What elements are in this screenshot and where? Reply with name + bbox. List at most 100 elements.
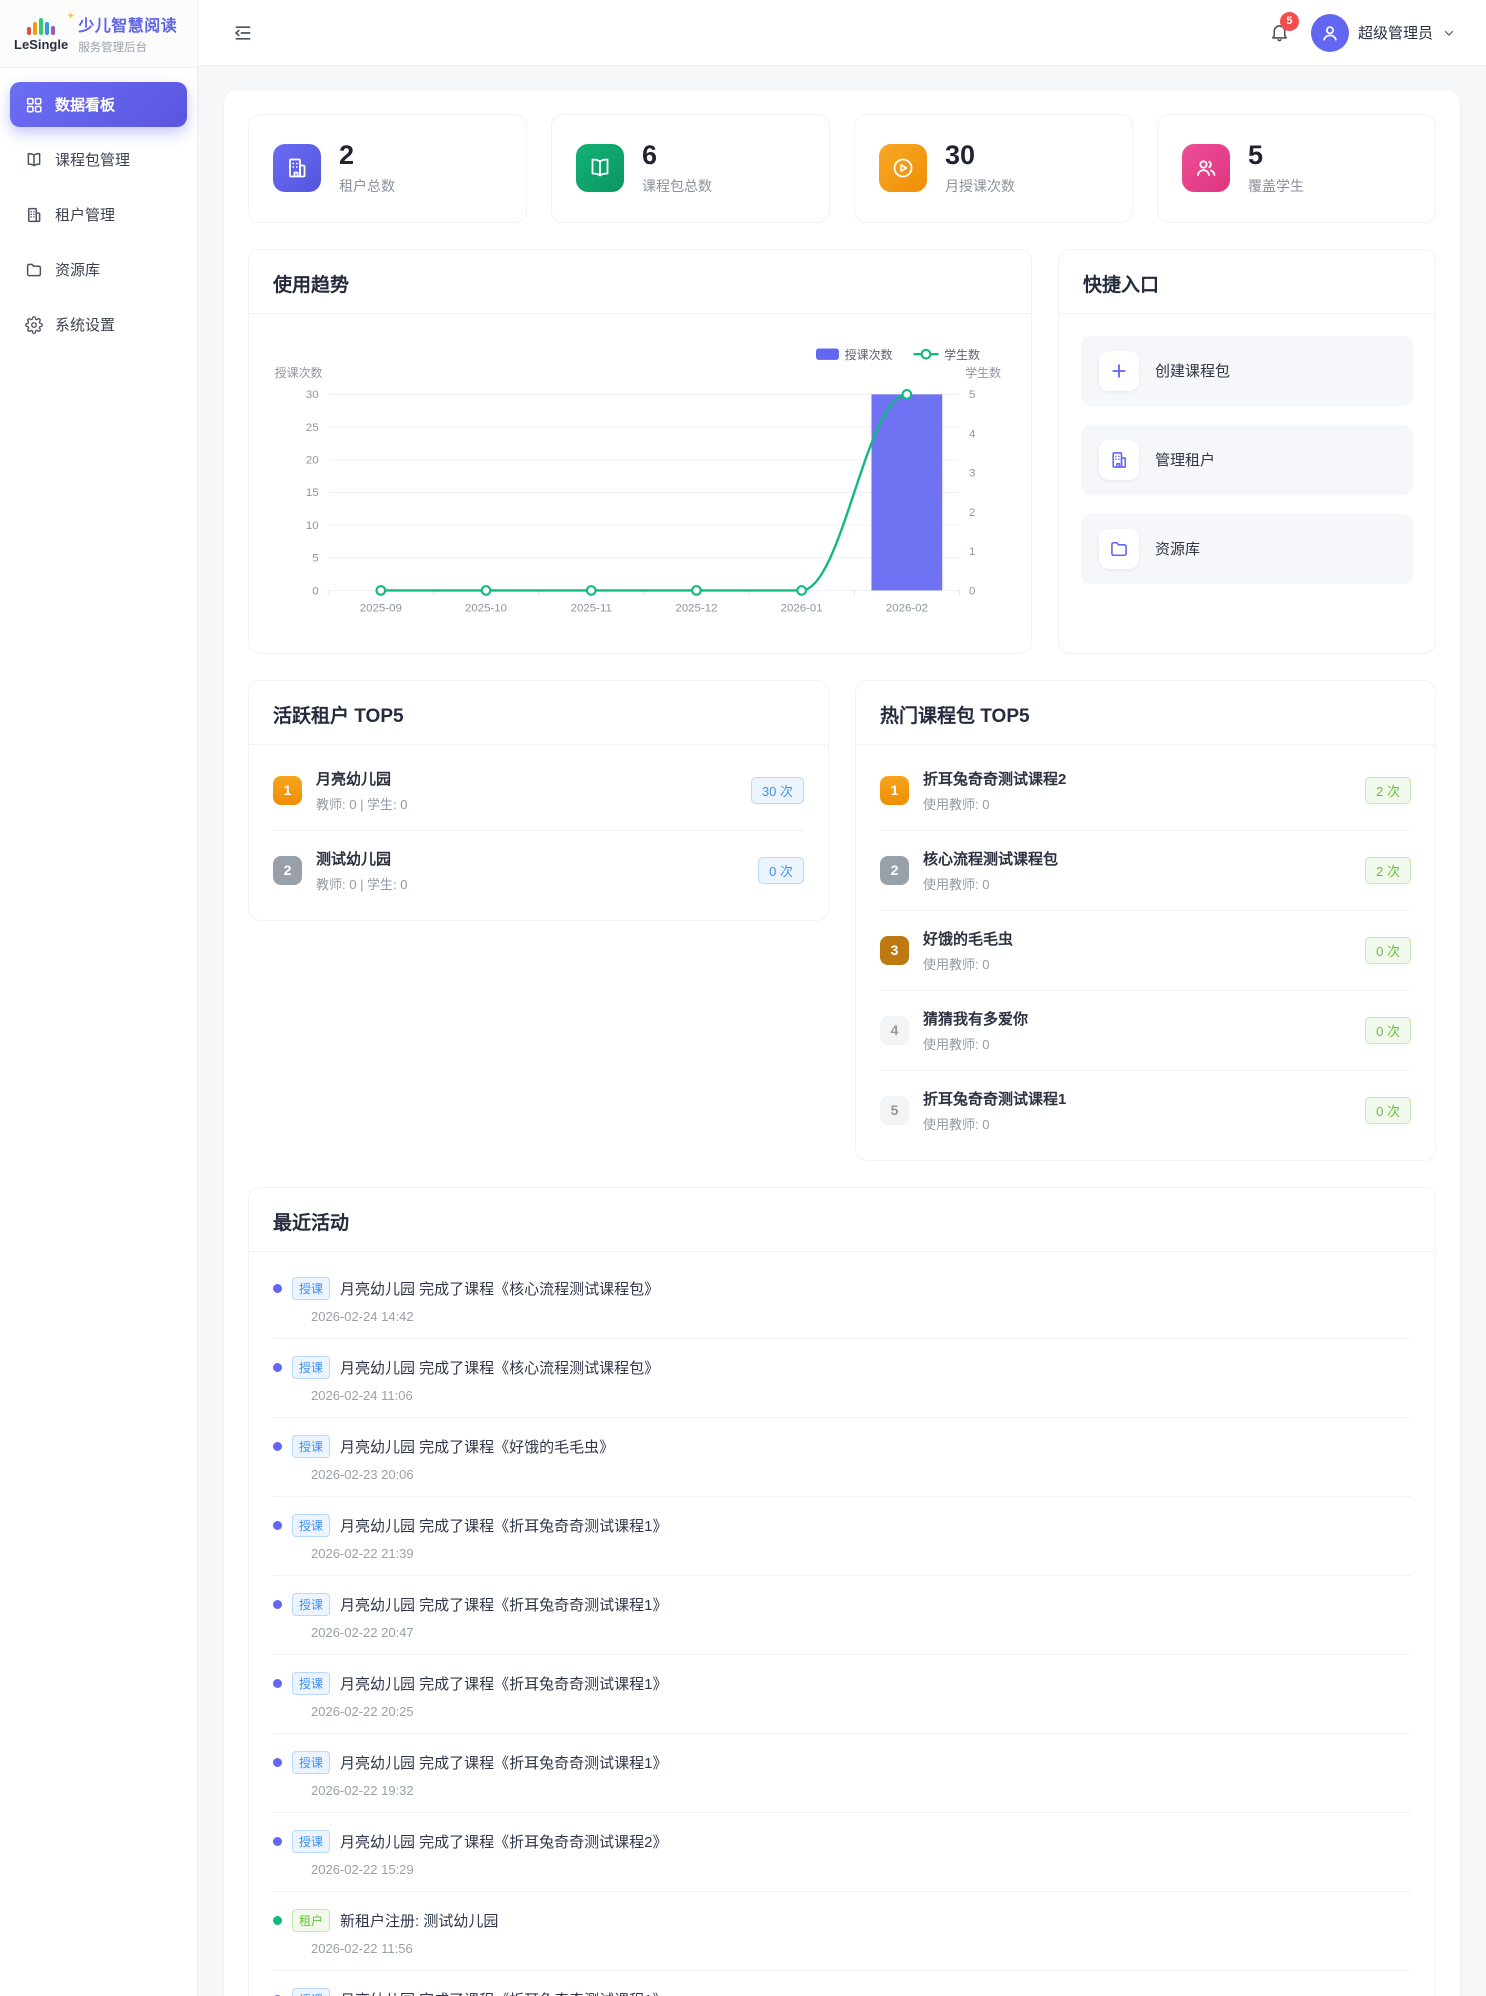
sidebar-item-label: 课程包管理 bbox=[55, 149, 130, 170]
stat-label: 月授课次数 bbox=[945, 176, 1015, 196]
package-meta: 使用教师: 0 bbox=[923, 954, 1351, 973]
building-icon bbox=[273, 144, 321, 192]
sidebar-item-dashboard[interactable]: 数据看板 bbox=[10, 82, 187, 127]
lesingle-logo-icon: LeSingle bbox=[14, 15, 68, 52]
activity-item[interactable]: 授课 月亮幼儿园 完成了课程《核心流程测试课程包》 2026-02-24 14:… bbox=[273, 1260, 1411, 1338]
stat-label: 课程包总数 bbox=[642, 176, 712, 196]
activity-dot bbox=[273, 1758, 282, 1767]
activity-dot bbox=[273, 1284, 282, 1293]
stat-value: 5 bbox=[1248, 141, 1304, 171]
usage-count-badge: 2 次 bbox=[1365, 857, 1411, 884]
svg-text:0: 0 bbox=[969, 585, 975, 597]
svg-text:20: 20 bbox=[306, 454, 319, 466]
package-meta: 使用教师: 0 bbox=[923, 794, 1351, 813]
sidebar-item-settings[interactable]: 系统设置 bbox=[10, 302, 187, 347]
activity-message: 月亮幼儿园 完成了课程《折耳兔奇奇测试课程2》 bbox=[340, 1831, 668, 1852]
activity-dot bbox=[273, 1363, 282, 1372]
activity-item[interactable]: 租户 新租户注册: 测试幼儿园 2026-02-22 11:56 bbox=[273, 1891, 1411, 1970]
activity-message: 月亮幼儿园 完成了课程《折耳兔奇奇测试课程1》 bbox=[340, 1594, 668, 1615]
tenant-name: 月亮幼儿园 bbox=[316, 768, 737, 789]
activity-item[interactable]: 授课 月亮幼儿园 完成了课程《折耳兔奇奇测试课程1》 2026-02-22 21… bbox=[273, 1496, 1411, 1575]
tenant-row[interactable]: 2 测试幼儿园 教师: 0 | 学生: 0 0 次 bbox=[273, 830, 804, 910]
activity-item[interactable]: 授课 月亮幼儿园 完成了课程《好饿的毛毛虫》 2026-02-23 20:06 bbox=[273, 1417, 1411, 1496]
activity-dot bbox=[273, 1600, 282, 1609]
usage-count-badge: 0 次 bbox=[758, 857, 804, 884]
rank-badge: 3 bbox=[880, 936, 909, 965]
quick-entry-create-package[interactable]: 创建课程包 bbox=[1081, 336, 1413, 406]
tenant-name: 测试幼儿园 bbox=[316, 848, 744, 869]
activity-dot bbox=[273, 1916, 282, 1925]
rank-badge: 1 bbox=[880, 776, 909, 805]
quick-entry-manage-tenants[interactable]: 管理租户 bbox=[1081, 425, 1413, 495]
trend-row: 使用趋势 051015202530012345授课次数学生数2025-09202… bbox=[248, 249, 1436, 654]
avatar bbox=[1311, 14, 1349, 52]
tenant-row[interactable]: 1 月亮幼儿园 教师: 0 | 学生: 0 30 次 bbox=[273, 751, 804, 830]
top5-row: 活跃租户 TOP5 1 月亮幼儿园 教师: 0 | 学生: 0 30 次 bbox=[248, 680, 1436, 1161]
package-row[interactable]: 1 折耳兔奇奇测试课程2 使用教师: 0 2 次 bbox=[880, 751, 1411, 830]
package-row[interactable]: 5 折耳兔奇奇测试课程1 使用教师: 0 0 次 bbox=[880, 1070, 1411, 1150]
card-title: 热门课程包 TOP5 bbox=[856, 681, 1435, 745]
usage-trend-card: 使用趋势 051015202530012345授课次数学生数2025-09202… bbox=[248, 249, 1032, 654]
activity-type-tag: 授课 bbox=[292, 1593, 330, 1616]
activity-item[interactable]: 授课 月亮幼儿园 完成了课程《折耳兔奇奇测试课程1》 2026-02-22 20… bbox=[273, 1575, 1411, 1654]
collapse-sidebar-icon[interactable] bbox=[228, 18, 258, 48]
package-row[interactable]: 3 好饿的毛毛虫 使用教师: 0 0 次 bbox=[880, 910, 1411, 990]
sidebar-menu: 数据看板 课程包管理 租户管理 资源库 bbox=[0, 68, 197, 361]
recent-activity-card: 最近活动 授课 月亮幼儿园 完成了课程《核心流程测试课程包》 2026-02-2… bbox=[248, 1187, 1436, 1996]
package-name: 折耳兔奇奇测试课程1 bbox=[923, 1088, 1351, 1109]
usage-trend-chart: 051015202530012345授课次数学生数2025-092025-102… bbox=[267, 324, 1013, 634]
package-row[interactable]: 2 核心流程测试课程包 使用教师: 0 2 次 bbox=[880, 830, 1411, 910]
stat-value: 6 bbox=[642, 141, 712, 171]
package-name: 好饿的毛毛虫 bbox=[923, 928, 1351, 949]
sidebar-item-course-packages[interactable]: 课程包管理 bbox=[10, 137, 187, 182]
activity-timestamp: 2026-02-24 11:06 bbox=[311, 1388, 1411, 1403]
stat-card-course-packages: 6 课程包总数 bbox=[551, 114, 830, 223]
user-menu[interactable]: 超级管理员 bbox=[1311, 14, 1456, 52]
activity-message: 月亮幼儿园 完成了课程《核心流程测试课程包》 bbox=[340, 1278, 659, 1299]
activity-item[interactable]: 授课 月亮幼儿园 完成了课程《折耳兔奇奇测试课程1》 2026-02-22 19… bbox=[273, 1733, 1411, 1812]
activity-dot bbox=[273, 1521, 282, 1530]
brand-logo-area: LeSingle 少儿智慧阅读 服务管理后台 bbox=[0, 0, 197, 68]
activity-timestamp: 2026-02-22 11:56 bbox=[311, 1941, 1411, 1956]
stat-card-monthly-lessons: 30 月授课次数 bbox=[854, 114, 1133, 223]
activity-message: 月亮幼儿园 完成了课程《折耳兔奇奇测试课程1》 bbox=[340, 1673, 668, 1694]
activity-dot bbox=[273, 1837, 282, 1846]
quick-entry-card: 快捷入口 创建课程包 bbox=[1058, 249, 1436, 654]
package-name: 猜猜我有多爱你 bbox=[923, 1008, 1351, 1029]
logo-wordmark: LeSingle bbox=[14, 37, 68, 52]
usage-count-badge: 0 次 bbox=[1365, 937, 1411, 964]
chevron-down-icon bbox=[1442, 26, 1456, 40]
activity-item[interactable]: 授课 月亮幼儿园 完成了课程《折耳兔奇奇测试课程1》 2026-02-21 20… bbox=[273, 1970, 1411, 1996]
folder-icon bbox=[24, 260, 44, 280]
rank-badge: 1 bbox=[273, 776, 302, 805]
package-row[interactable]: 4 猜猜我有多爱你 使用教师: 0 0 次 bbox=[880, 990, 1411, 1070]
activity-type-tag: 租户 bbox=[292, 1909, 330, 1932]
card-title: 快捷入口 bbox=[1059, 250, 1435, 314]
activity-item[interactable]: 授课 月亮幼儿园 完成了课程《折耳兔奇奇测试课程2》 2026-02-22 15… bbox=[273, 1812, 1411, 1891]
stat-value: 2 bbox=[339, 141, 395, 171]
notification-bell-icon[interactable]: 5 bbox=[1265, 18, 1295, 48]
plus-icon bbox=[1099, 351, 1139, 391]
activity-message: 月亮幼儿园 完成了课程《好饿的毛毛虫》 bbox=[340, 1436, 614, 1457]
sidebar-item-resources[interactable]: 资源库 bbox=[10, 247, 187, 292]
stat-card-students: 5 覆盖学生 bbox=[1157, 114, 1436, 223]
activity-type-tag: 授课 bbox=[292, 1751, 330, 1774]
building-icon bbox=[1099, 440, 1139, 480]
svg-text:授课次数: 授课次数 bbox=[845, 347, 893, 362]
activity-item[interactable]: 授课 月亮幼儿园 完成了课程《折耳兔奇奇测试课程1》 2026-02-22 20… bbox=[273, 1654, 1411, 1733]
main-column: 5 超级管理员 bbox=[198, 0, 1486, 1996]
quick-entry-resources[interactable]: 资源库 bbox=[1081, 514, 1413, 584]
logo-bars-icon bbox=[27, 15, 55, 35]
stat-value: 30 bbox=[945, 141, 1015, 171]
svg-text:学生数: 学生数 bbox=[965, 365, 1001, 380]
card-title: 最近活动 bbox=[249, 1188, 1435, 1252]
app-root: LeSingle 少儿智慧阅读 服务管理后台 数据看板 课程包管理 bbox=[0, 0, 1486, 1996]
package-meta: 使用教师: 0 bbox=[923, 874, 1351, 893]
usage-trend-chart-body: 051015202530012345授课次数学生数2025-092025-102… bbox=[249, 314, 1031, 653]
brand-title: 少儿智慧阅读 bbox=[78, 12, 177, 36]
activity-message: 新租户注册: 测试幼儿园 bbox=[340, 1910, 498, 1931]
sidebar-item-tenants[interactable]: 租户管理 bbox=[10, 192, 187, 237]
activity-type-tag: 授课 bbox=[292, 1988, 330, 1996]
activity-item[interactable]: 授课 月亮幼儿园 完成了课程《核心流程测试课程包》 2026-02-24 11:… bbox=[273, 1338, 1411, 1417]
active-tenants-list: 1 月亮幼儿园 教师: 0 | 学生: 0 30 次 2 bbox=[249, 745, 828, 920]
